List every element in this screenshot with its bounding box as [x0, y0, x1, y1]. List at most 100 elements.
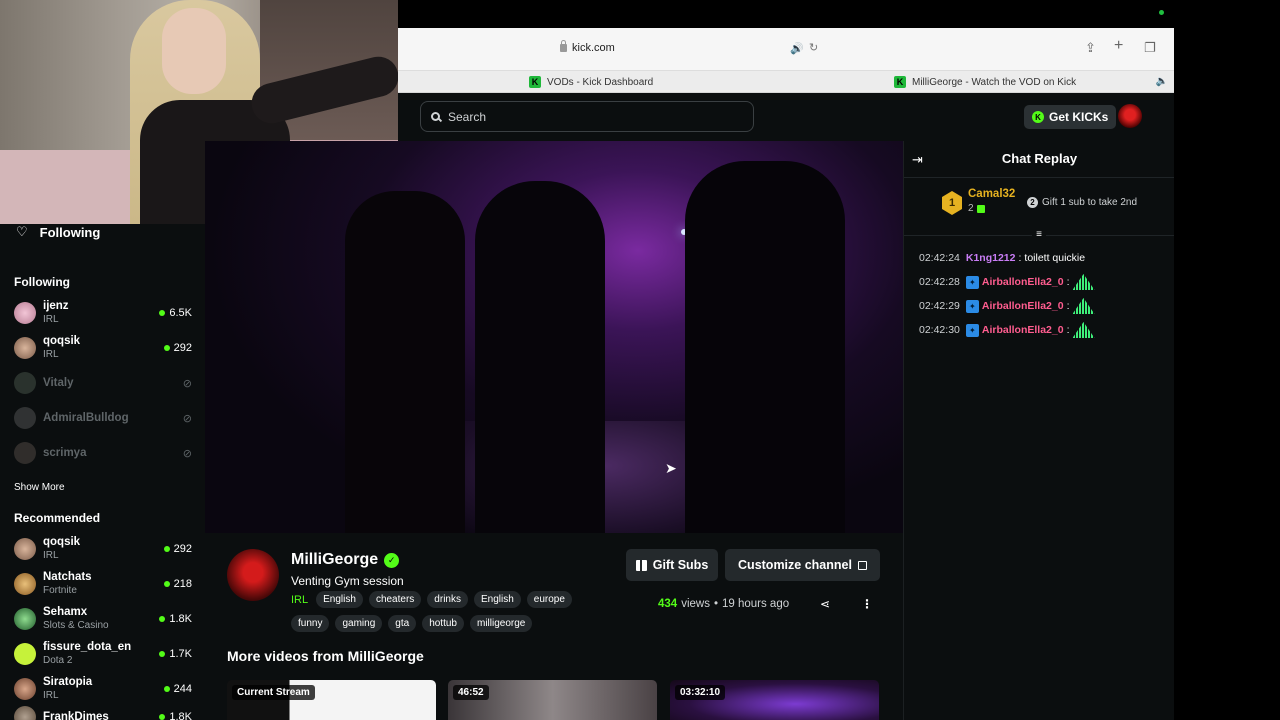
top-gifter-card[interactable]: 1 Camal32 2 [942, 188, 1015, 215]
tag[interactable]: English [316, 591, 363, 608]
chat-message: 02:42:29 ✦ AirballonElla2_0: [919, 297, 1095, 315]
video-thumbnail[interactable]: Current Stream [227, 680, 436, 720]
live-dot-icon [159, 714, 166, 720]
camera-indicator-dot [1159, 10, 1164, 15]
sidebar-recommended-frankdimes[interactable]: FrankDimes 1.8K [14, 702, 192, 720]
address-bar[interactable]: kick.com [560, 40, 615, 54]
viewer-count-value: 1.7K [169, 648, 192, 660]
chat-message: 02:42:28 ✦ AirballonElla2_0: [919, 273, 1095, 291]
channel-name-row: MilliGeorge ✓ [291, 551, 400, 569]
tag[interactable]: hottub [422, 615, 464, 632]
tab-overview-icon[interactable]: ❐ [1144, 40, 1156, 56]
tag[interactable]: gaming [335, 615, 383, 632]
channel-name: Vitaly [43, 377, 74, 389]
tag[interactable]: milligeorge [470, 615, 533, 632]
channel-avatar[interactable] [227, 549, 279, 601]
views-count: 434 [658, 598, 678, 610]
offline-icon: ⊘ [182, 412, 192, 425]
message-username[interactable]: AirballonElla2_0 [982, 300, 1064, 312]
sidebar-recommended-sehamx[interactable]: Sehamx Slots & Casino 1.8K [14, 604, 192, 634]
show-more-link[interactable]: Show More [14, 482, 65, 493]
channel-name: Siratopia [43, 676, 93, 688]
channel-category: IRL [43, 690, 59, 701]
gift-sub-prompt-text: Gift 1 sub to take 2nd [1042, 197, 1138, 208]
more-videos-title: More videos from MilliGeorge [227, 648, 424, 664]
emote-icon [1072, 298, 1095, 314]
live-dot-icon [163, 686, 170, 692]
video-player[interactable] [205, 141, 903, 533]
tag[interactable]: funny [291, 615, 330, 632]
avatar [14, 608, 36, 630]
avatar [14, 643, 36, 665]
tab-label: VODs - Kick Dashboard [547, 76, 654, 88]
sidebar-channel-scrimya[interactable]: scrimya ⊘ [14, 438, 192, 468]
viewer-count: 6.5K [159, 307, 192, 319]
channel-category: IRL [43, 550, 59, 561]
sidebar-channel-admiralbulldog[interactable]: AdmiralBulldog ⊘ [14, 403, 192, 433]
message-text: toilett quickie [1024, 252, 1086, 264]
sidebar-recommended-qoqsik[interactable]: qoqsik IRL 292 [14, 534, 192, 564]
viewer-count: 1.8K [159, 711, 192, 720]
video-thumbnail[interactable]: 46:52 [448, 680, 657, 720]
gift-sub-prompt[interactable]: 2 Gift 1 sub to take 2nd [1027, 197, 1137, 208]
share-sheet-icon[interactable]: ⇪ [1085, 40, 1096, 56]
sidebar-channel-ijenz[interactable]: ijenz IRL 6.5K [14, 298, 192, 328]
message-username[interactable]: AirballonElla2_0 [982, 276, 1064, 288]
message-username[interactable]: AirballonElla2_0 [982, 324, 1064, 336]
live-dot-icon [163, 546, 170, 552]
message-username[interactable]: K1ng1212 [966, 252, 1016, 264]
gift-count-value: 2 [968, 203, 974, 214]
avatar [14, 706, 36, 720]
channel-name[interactable]: MilliGeorge [291, 551, 378, 569]
time-ago: 19 hours ago [721, 598, 790, 610]
channel-name: qoqsik [43, 536, 81, 548]
tab-audio-icon[interactable]: 🔈 [1156, 76, 1168, 87]
chat-message: 02:42:30 ✦ AirballonElla2_0: [919, 321, 1095, 339]
gift-count: 2 [968, 203, 1015, 214]
gift-icon [976, 204, 985, 213]
browser-tab-strip: K VODs - Kick Dashboard K MilliGeorge - … [398, 71, 1174, 93]
category-link[interactable]: IRL [291, 594, 308, 606]
reload-icon[interactable]: ↻ [809, 41, 818, 54]
following-section-title: Following [14, 275, 70, 289]
tag[interactable]: gta [388, 615, 417, 632]
right-black-strip [1174, 28, 1280, 720]
nav-following-label: Following [39, 224, 101, 240]
speaker-icon[interactable]: 🔊 [790, 42, 804, 55]
video-thumbnail[interactable]: 03:32:10 [670, 680, 879, 720]
mouse-cursor-icon: ➤ [665, 460, 677, 476]
webcam-person-face [162, 8, 226, 94]
sidebar-channel-vitaly[interactable]: Vitaly ⊘ [14, 368, 192, 398]
chevron-down-icon[interactable]: ≡ [1032, 229, 1046, 241]
tag[interactable]: cheaters [368, 591, 422, 608]
customize-channel-button[interactable]: Customize channel [725, 549, 880, 581]
chat-title: Chat Replay [1001, 151, 1078, 166]
tab-vods-dashboard[interactable]: K VODs - Kick Dashboard [529, 71, 653, 93]
live-dot-icon [159, 616, 166, 622]
divider [904, 177, 1175, 178]
get-kicks-button[interactable]: K Get KICKs [1024, 105, 1117, 129]
user-avatar[interactable] [1118, 104, 1142, 128]
tab-milligeorge-vod[interactable]: K MilliGeorge - Watch the VOD on Kick [894, 71, 1076, 93]
new-tab-icon[interactable]: + [1114, 37, 1123, 55]
offline-icon: ⊘ [182, 377, 192, 390]
search-input[interactable]: Search [420, 101, 754, 132]
gift-subs-button[interactable]: Gift Subs [626, 549, 718, 581]
customize-channel-label: Customize channel [738, 558, 852, 572]
sidebar-recommended-siratopia[interactable]: Siratopia IRL 244 [14, 674, 192, 704]
share-icon[interactable]: ⋖ [820, 597, 830, 611]
channel-category: Fortnite [43, 585, 77, 596]
tag[interactable]: English [473, 591, 521, 608]
external-link-icon [857, 560, 867, 570]
avatar [14, 442, 36, 464]
tag[interactable]: europe [526, 591, 572, 608]
tag[interactable]: drinks [427, 591, 468, 608]
subscriber-badge-icon: ✦ [965, 299, 979, 313]
video-silhouette-left [345, 191, 465, 533]
sidebar-recommended-fissure[interactable]: fissure_dota_en Dota 2 1.7K [14, 639, 192, 669]
sidebar-channel-qoqsik[interactable]: qoqsik IRL 292 [14, 333, 192, 363]
live-dot-icon [159, 651, 166, 657]
more-options-icon[interactable]: ⋮ [861, 597, 873, 611]
sidebar-recommended-natchats[interactable]: Natchats Fortnite 218 [14, 569, 192, 599]
nav-following-link[interactable]: ♡ Following [16, 224, 100, 240]
